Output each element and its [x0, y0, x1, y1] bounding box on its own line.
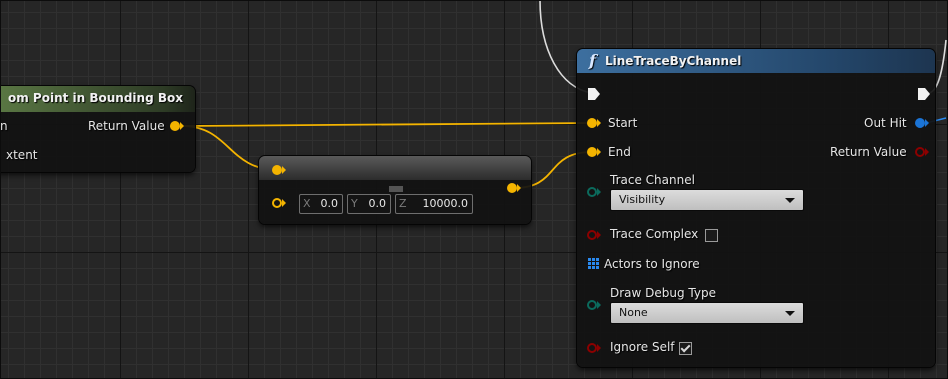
z-axis-label: Z	[399, 197, 407, 210]
collapse-handle-icon[interactable]	[389, 186, 403, 192]
draw-debug-type-label: Draw Debug Type	[610, 286, 716, 300]
trace-channel-dropdown[interactable]: Visibility	[610, 189, 804, 211]
out-hit-label: Out Hit	[864, 116, 907, 130]
return-value-label: Return Value	[88, 119, 165, 133]
vector-z-field[interactable]: Z 10000.0	[395, 194, 473, 214]
array-grid-icon[interactable]	[588, 258, 600, 270]
out-hit-pin[interactable]	[915, 117, 929, 129]
start-pin[interactable]	[587, 117, 601, 129]
exec-output-pin[interactable]	[917, 87, 931, 101]
function-icon: f	[589, 51, 596, 70]
vector-x-field[interactable]: X 0.0	[299, 194, 343, 214]
trace-complex-checkbox[interactable]	[705, 229, 718, 242]
vector-value-pin[interactable]	[272, 197, 286, 209]
trace-channel-pin[interactable]	[587, 186, 601, 198]
node-title: om Point in Bounding Box	[8, 91, 183, 105]
trace-channel-value: Visibility	[619, 193, 666, 206]
exec-input-pin[interactable]	[587, 87, 601, 101]
actors-to-ignore-label: Actors to Ignore	[604, 257, 700, 271]
return-value-pin[interactable]	[915, 146, 929, 158]
trace-complex-label: Trace Complex	[610, 227, 699, 241]
return-value-label: Return Value	[830, 145, 907, 159]
z-value: 10000.0	[422, 197, 469, 210]
vector-output-pin[interactable]	[507, 182, 521, 194]
pin-label-input: n	[0, 119, 8, 133]
vector-y-field[interactable]: Y 0.0	[347, 194, 391, 214]
draw-debug-type-value: None	[619, 306, 648, 319]
pin-label-extent: xtent	[6, 148, 38, 162]
y-axis-label: Y	[351, 197, 358, 210]
trace-complex-pin[interactable]	[587, 229, 601, 241]
draw-debug-type-pin[interactable]	[587, 299, 601, 311]
x-axis-label: X	[303, 197, 311, 210]
node-header	[259, 156, 531, 180]
trace-channel-label: Trace Channel	[610, 173, 695, 187]
end-pin[interactable]	[587, 146, 601, 158]
random-point-in-bounding-box-node[interactable]: om Point in Bounding Box n Return Value …	[0, 86, 195, 172]
return-to-start-wire[interactable]	[181, 122, 593, 127]
ignore-self-checkbox[interactable]	[679, 342, 692, 355]
end-label: End	[608, 145, 631, 159]
chevron-down-icon	[785, 198, 795, 203]
blueprint-graph-canvas[interactable]: om Point in Bounding Box n Return Value …	[0, 0, 948, 379]
ignore-self-label: Ignore Self	[610, 340, 675, 354]
x-value: 0.0	[320, 197, 339, 210]
node-title: LineTraceByChannel	[605, 54, 742, 68]
y-value: 0.0	[368, 197, 387, 210]
chevron-down-icon	[785, 311, 795, 316]
start-label: Start	[608, 116, 638, 130]
ignore-self-pin[interactable]	[587, 342, 601, 354]
draw-debug-type-dropdown[interactable]: None	[610, 302, 804, 324]
return-value-pin[interactable]	[170, 120, 184, 132]
make-vector-node[interactable]: X 0.0 Y 0.0 Z 10000.0	[259, 156, 531, 224]
line-trace-by-channel-node[interactable]: f LineTraceByChannel Start Out Hit End R…	[577, 49, 935, 367]
vector-input-pin[interactable]	[272, 164, 286, 176]
